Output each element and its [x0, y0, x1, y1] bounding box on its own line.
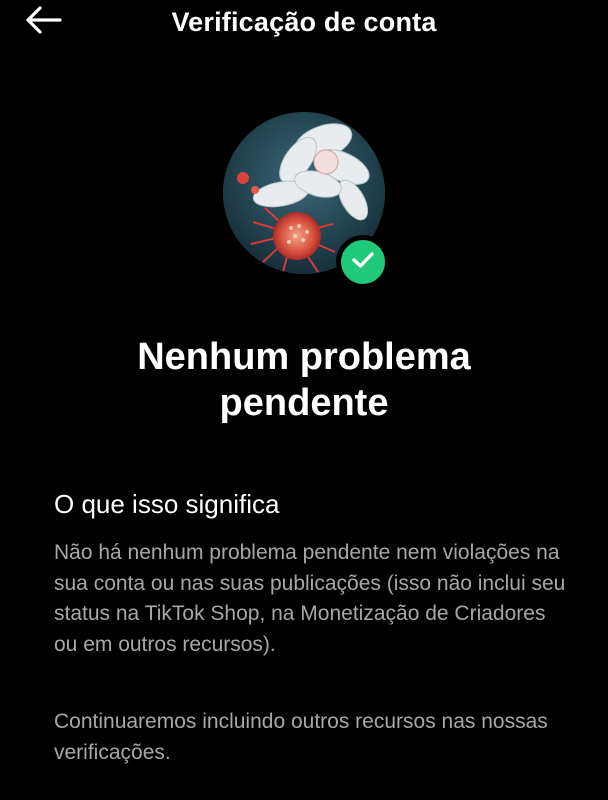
top-bar: Verificação de conta: [0, 0, 608, 48]
verified-badge: [336, 235, 390, 289]
page-title: Verificação de conta: [171, 7, 437, 37]
description-paragraph: Não há nenhum problema pendente nem viol…: [54, 541, 566, 656]
profile-avatar-container: [223, 112, 390, 289]
checkmark-icon: [351, 250, 375, 275]
section-heading: O que isso significa: [54, 489, 280, 519]
status-title: Nenhum problema pendente: [137, 336, 471, 424]
info-paragraph: Continuaremos incluindo outros recursos …: [54, 710, 548, 764]
